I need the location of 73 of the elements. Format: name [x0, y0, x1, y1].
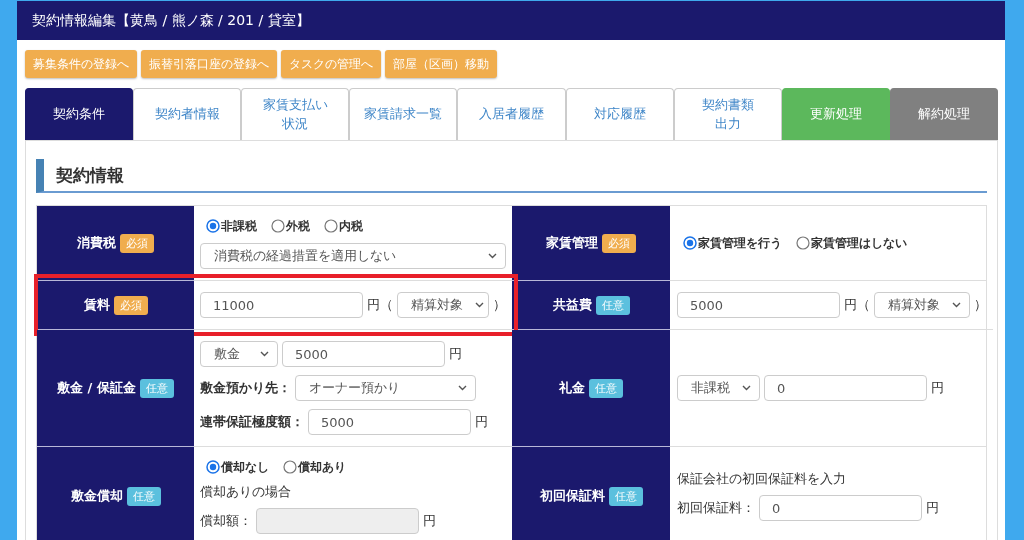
dropdown[interactable]: オーナー預かり [295, 375, 476, 401]
text-field[interactable]: 5000 [308, 409, 471, 435]
text-field[interactable]: 0 [764, 375, 927, 401]
tab[interactable]: 家賃請求一覧 [349, 88, 458, 140]
optional-badge: 任意 [595, 295, 630, 315]
tab[interactable]: 契約者情報 [133, 88, 242, 140]
chevron-down-icon [952, 302, 961, 308]
field-label: 敷金償却 [70, 487, 123, 505]
radio-button[interactable] [271, 219, 285, 233]
radio-label[interactable]: 家賃管理はしない [811, 234, 907, 252]
field-caption: 敷金預かり先： [200, 380, 291, 396]
window-title: 契約情報編集【黄鳥 / 熊ノ森 / 201 / 貸室】 [32, 11, 310, 30]
unit-label: 円（ [844, 296, 870, 314]
radio-button[interactable] [206, 219, 220, 233]
optional-badge: 任意 [608, 486, 643, 506]
required-badge: 必須 [113, 295, 148, 315]
section-heading: 契約情報 [36, 159, 987, 193]
field-label: 敷金 / 保証金 [57, 379, 136, 397]
required-badge: 必須 [120, 233, 154, 253]
radio-label[interactable]: 非課税 [221, 217, 257, 235]
tab[interactable]: 家賃支払い 状況 [241, 88, 350, 140]
chevron-down-icon [488, 253, 497, 259]
radio-button[interactable] [683, 236, 697, 250]
text-field[interactable]: 5000 [282, 341, 445, 367]
field-caption: 連帯保証極度額： [200, 414, 304, 430]
radio-label[interactable]: 外税 [286, 217, 310, 235]
unit-label: 円（ [367, 296, 393, 314]
unit-label: 円 [449, 345, 462, 363]
radio-button[interactable] [324, 219, 338, 233]
radio-button[interactable] [796, 236, 810, 250]
field-label: 家賃管理 [546, 234, 598, 252]
dropdown[interactable]: 敷金 [200, 341, 278, 367]
field-caption: 償却額： [200, 513, 252, 529]
radio-label[interactable]: 償却あり [298, 458, 346, 476]
unit-label: ） [974, 296, 987, 314]
tab[interactable]: 契約書類 出力 [673, 88, 782, 140]
field-caption: 償却ありの場合 [200, 484, 291, 500]
unit-label: 円 [423, 512, 436, 530]
unit-label: 円 [931, 379, 944, 397]
field-label: 賃料 [83, 296, 110, 314]
dropdown[interactable]: 消費税の経過措置を適用しない [200, 243, 506, 269]
optional-badge: 任意 [589, 378, 623, 398]
unit-label: 円 [926, 499, 939, 517]
unit-label: 円 [475, 413, 488, 431]
radio-label[interactable]: 内税 [339, 217, 363, 235]
field-label: 消費税 [77, 234, 116, 252]
text-field[interactable]: 5000 [677, 292, 840, 318]
chevron-down-icon [742, 385, 751, 391]
unit-label: ） [493, 296, 506, 314]
dropdown[interactable]: 精算対象 [397, 292, 489, 318]
optional-badge: 任意 [126, 486, 161, 506]
tab[interactable]: 解約処理 [889, 88, 998, 140]
dropdown[interactable]: 精算対象 [874, 292, 970, 318]
field-label: 初回保証料 [539, 487, 605, 505]
chevron-down-icon [475, 302, 484, 308]
radio-button[interactable] [206, 460, 220, 474]
required-badge: 必須 [602, 233, 636, 253]
field-label: 共益費 [552, 296, 592, 314]
radio-label[interactable]: 償却なし [221, 458, 269, 476]
dropdown[interactable]: 非課税 [677, 375, 760, 401]
radio-button[interactable] [283, 460, 297, 474]
text-field[interactable]: 11000 [200, 292, 363, 318]
radio-label[interactable]: 家賃管理を行う [698, 234, 782, 252]
chevron-down-icon [458, 385, 467, 391]
tab[interactable]: 契約条件 [25, 88, 134, 140]
optional-badge: 任意 [139, 378, 174, 398]
field-caption: 保証会社の初回保証料を入力 [677, 471, 846, 487]
text-field[interactable]: 0 [759, 495, 922, 521]
chevron-down-icon [260, 351, 269, 357]
tab[interactable]: 対応履歴 [565, 88, 674, 140]
tab[interactable]: 入居者履歴 [457, 88, 566, 140]
field-caption: 初回保証料： [677, 500, 755, 516]
field-label: 礼金 [559, 379, 585, 397]
